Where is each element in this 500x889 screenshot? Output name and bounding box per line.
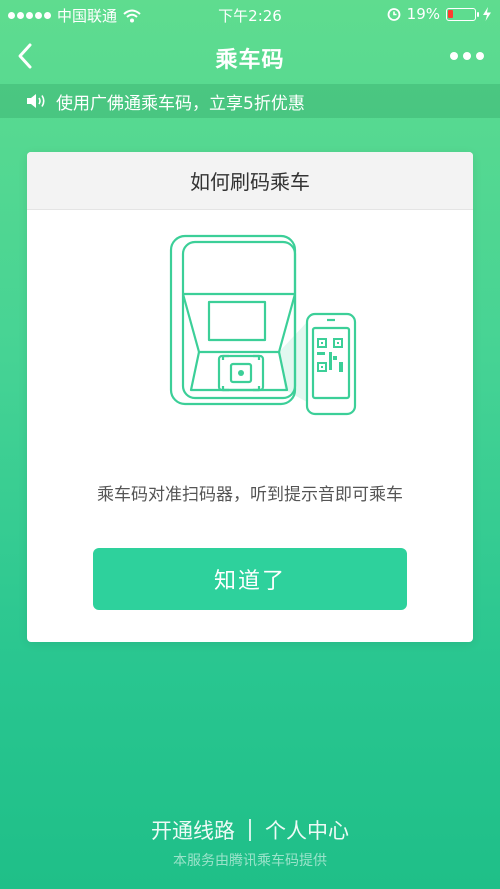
dialog-title: 如何刷码乘车 <box>27 152 473 210</box>
speaker-icon <box>27 94 45 108</box>
battery-level <box>448 9 453 18</box>
nav-bar: 乘车码 <box>0 28 500 84</box>
battery-icon <box>446 7 479 21</box>
more-dots-icon[interactable] <box>450 52 484 60</box>
page-title: 乘车码 <box>215 48 285 73</box>
alarm-icon <box>387 8 401 21</box>
how-to-ride-dialog: 如何刷码乘车 乘车码对准扫码器，听到提示音即可乘车 知道了 <box>27 152 473 642</box>
open-routes-link[interactable]: 开通线路 <box>151 815 235 845</box>
promo-notice-text: 使用广佛通乘车码，立享5折优惠 <box>56 93 305 114</box>
dialog-description: 乘车码对准扫码器，听到提示音即可乘车 <box>97 485 403 505</box>
status-bar: 中国联通 下午2:26 19% <box>0 0 500 28</box>
scanner-phone-illustration <box>169 234 357 416</box>
got-it-button[interactable]: 知道了 <box>93 548 407 610</box>
status-right: 19% <box>387 5 492 23</box>
battery-percent: 19% <box>406 5 440 23</box>
footer-divider <box>249 819 251 841</box>
bolt-icon <box>483 7 491 21</box>
profile-link[interactable]: 个人中心 <box>265 815 349 845</box>
service-provider-note: 本服务由腾讯乘车码提供 <box>173 853 327 869</box>
footer-links: 开通线路 个人中心 <box>0 815 500 845</box>
promo-notice-bar[interactable]: 使用广佛通乘车码，立享5折优惠 <box>0 84 500 118</box>
